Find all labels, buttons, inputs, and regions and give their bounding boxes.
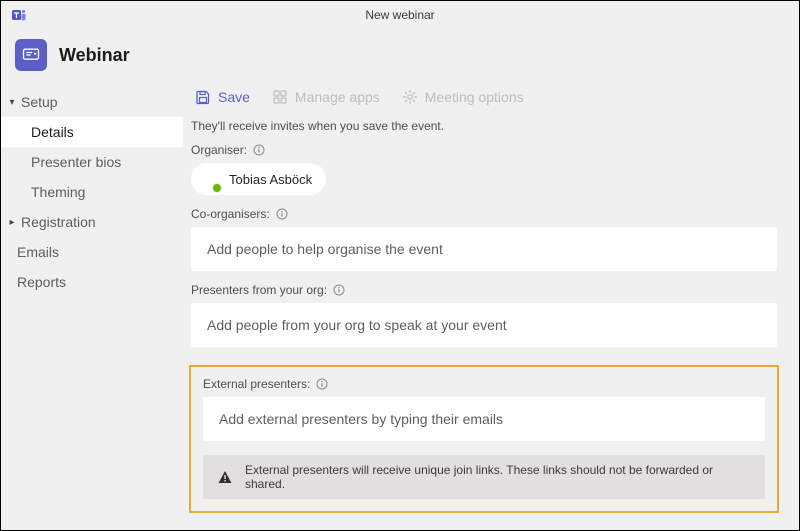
warning-icon [217, 469, 233, 485]
teams-app-icon [11, 7, 27, 23]
external-notice-text: External presenters will receive unique … [245, 463, 751, 491]
manage-apps-button[interactable]: Manage apps [272, 89, 380, 105]
sidebar-item-emails[interactable]: Emails [1, 237, 183, 267]
sidebar-item-reports[interactable]: Reports [1, 267, 183, 297]
webinar-icon [15, 39, 47, 71]
toolbar-button-label: Meeting options [425, 89, 524, 105]
co-organisers-input[interactable]: Add people to help organise the event [191, 227, 777, 271]
toolbar-button-label: Manage apps [295, 89, 380, 105]
meeting-options-button[interactable]: Meeting options [402, 89, 524, 105]
chevron-down-icon: ▾ [7, 97, 17, 108]
co-organisers-label: Co-organisers: [191, 207, 270, 221]
info-icon[interactable] [316, 378, 328, 390]
sidebar-item-label: Registration [21, 214, 96, 230]
external-notice: External presenters will receive unique … [203, 455, 765, 499]
sidebar-item-label: Details [31, 124, 74, 140]
sidebar-item-registration[interactable]: ▸ Registration [1, 207, 183, 237]
organiser-pill: Tobias Asböck [191, 163, 326, 195]
info-icon[interactable] [276, 208, 288, 220]
sidebar-item-label: Emails [17, 244, 59, 260]
gear-icon [402, 89, 418, 105]
presenters-org-section: Presenters from your org: Add people fro… [189, 283, 779, 359]
sidebar-item-label: Theming [31, 184, 85, 200]
sidebar-item-setup[interactable]: ▾ Setup [1, 87, 183, 117]
external-presenters-label: External presenters: [203, 377, 310, 391]
toolbar: Save Manage apps [189, 81, 779, 115]
organiser-section: Organiser: Tobias Asböck [189, 143, 779, 207]
info-icon[interactable] [333, 284, 345, 296]
title-bar: New webinar [1, 1, 799, 29]
save-button[interactable]: Save [195, 89, 250, 105]
presence-available-icon [212, 183, 222, 193]
page-header: Webinar [1, 29, 799, 81]
invite-description: They'll receive invites when you save th… [189, 115, 779, 143]
co-organisers-section: Co-organisers: Add people to help organi… [189, 207, 779, 283]
info-icon[interactable] [253, 144, 265, 156]
page-title: Webinar [59, 45, 130, 66]
sidebar-item-label: Setup [21, 94, 58, 110]
organiser-name: Tobias Asböck [229, 172, 312, 187]
sidebar-item-label: Reports [17, 274, 66, 290]
window-title: New webinar [365, 8, 434, 22]
organiser-avatar [195, 166, 221, 192]
sidebar-item-presenter-bios[interactable]: Presenter bios [1, 147, 183, 177]
external-presenters-highlight: External presenters: Add external presen… [189, 365, 779, 513]
presenters-org-label: Presenters from your org: [191, 283, 327, 297]
presenters-org-input[interactable]: Add people from your org to speak at you… [191, 303, 777, 347]
apps-icon [272, 89, 288, 105]
chevron-right-icon: ▸ [7, 217, 17, 228]
external-presenters-input[interactable]: Add external presenters by typing their … [203, 397, 765, 441]
toolbar-button-label: Save [218, 89, 250, 105]
save-icon [195, 89, 211, 105]
content-area: Save Manage apps [183, 81, 799, 526]
sidebar: ▾ Setup Details Presenter bios Theming ▸… [1, 81, 183, 526]
sidebar-item-details[interactable]: Details [1, 117, 183, 147]
sidebar-item-theming[interactable]: Theming [1, 177, 183, 207]
sidebar-item-label: Presenter bios [31, 154, 121, 170]
organiser-label: Organiser: [191, 143, 247, 157]
